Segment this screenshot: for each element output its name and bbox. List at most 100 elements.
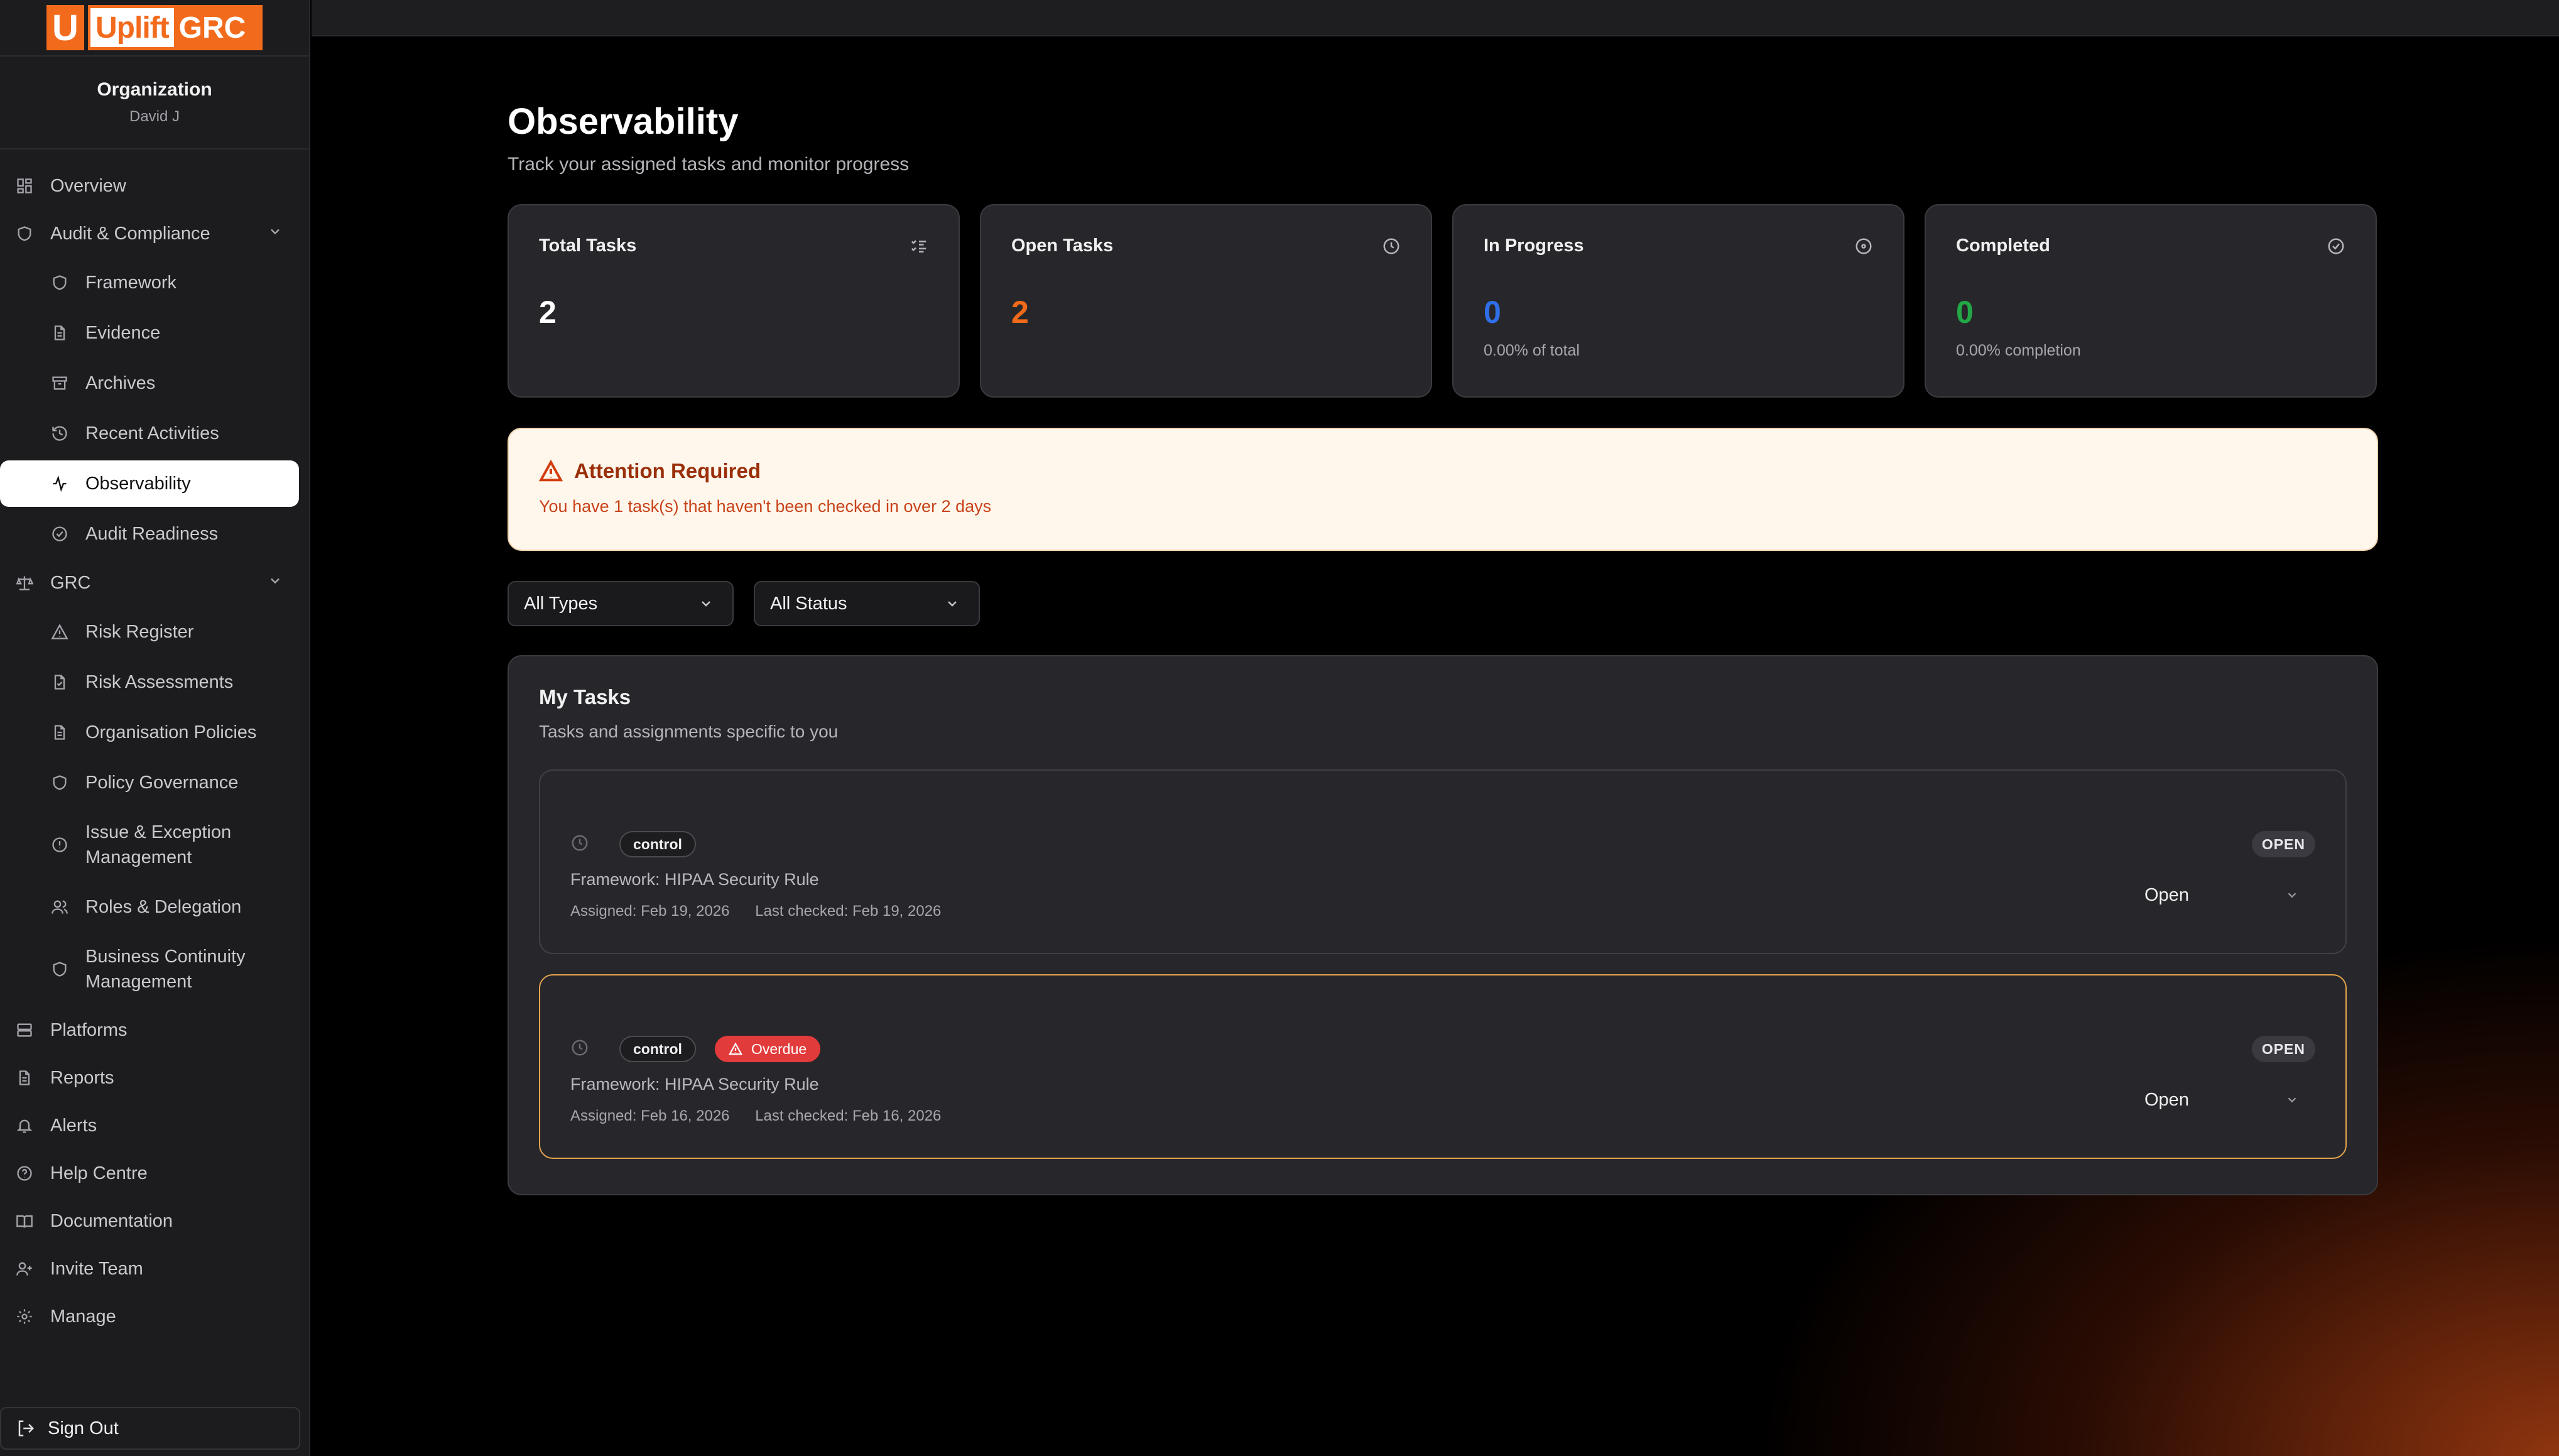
circle-dot-icon bbox=[1854, 237, 1873, 259]
user-plus-icon bbox=[15, 1259, 34, 1278]
stat-label: In Progress bbox=[1484, 236, 1584, 256]
status-filter-value: All Status bbox=[770, 593, 847, 614]
task-last-checked: Last checked: Feb 16, 2026 bbox=[755, 1107, 942, 1124]
activity-icon bbox=[50, 474, 69, 493]
status-filter-select[interactable]: All Status bbox=[754, 581, 980, 626]
content-area: Observability Track your assigned tasks … bbox=[508, 38, 2378, 1195]
help-circle-icon bbox=[15, 1164, 34, 1183]
task-type-badge: control bbox=[619, 1036, 696, 1062]
archive-icon bbox=[50, 374, 69, 393]
stat-note: 0.00% completion bbox=[1956, 342, 2081, 359]
file-text-icon bbox=[50, 323, 69, 342]
logo-uplift: Uplift bbox=[90, 8, 174, 47]
sidebar-item-issue-exception[interactable]: Issue & Exception Management bbox=[0, 808, 309, 882]
sidebar-item-framework[interactable]: Framework bbox=[0, 258, 309, 308]
sidebar-item-recent-activities[interactable]: Recent Activities bbox=[0, 408, 309, 459]
server-icon bbox=[15, 1021, 34, 1040]
sidebar-nav: Overview Audit & Compliance Framework Ev… bbox=[0, 149, 309, 1340]
sidebar-item-label: Evidence bbox=[85, 322, 161, 343]
sign-out-button[interactable]: Sign Out bbox=[0, 1407, 300, 1450]
task-status-value: Open bbox=[2144, 884, 2189, 905]
sidebar-item-label: Organisation Policies bbox=[85, 722, 257, 742]
sidebar-item-reports[interactable]: Reports bbox=[0, 1054, 309, 1102]
sidebar-item-label: Policy Governance bbox=[85, 772, 239, 793]
shield-icon bbox=[50, 273, 69, 292]
sidebar-item-evidence[interactable]: Evidence bbox=[0, 308, 309, 358]
file-check-icon bbox=[50, 673, 69, 692]
chevron-down-icon[interactable] bbox=[268, 224, 283, 244]
sidebar-item-label: Observability bbox=[85, 473, 191, 494]
sidebar-item-label: GRC bbox=[50, 572, 91, 593]
sidebar-item-business-continuity[interactable]: Business Continuity Management bbox=[0, 932, 309, 1006]
circle-check-icon bbox=[50, 524, 69, 543]
stat-label: Total Tasks bbox=[539, 236, 637, 256]
sidebar-item-risk-register[interactable]: Risk Register bbox=[0, 607, 309, 657]
my-tasks-title: My Tasks bbox=[539, 685, 631, 709]
sidebar-item-overview[interactable]: Overview bbox=[0, 162, 309, 210]
sidebar-item-label: Documentation bbox=[50, 1210, 173, 1231]
task-status-select[interactable]: Open bbox=[2133, 1081, 2315, 1119]
sidebar-item-label: Recent Activities bbox=[85, 423, 219, 443]
task-item[interactable]: control Framework: HIPAA Security Rule A… bbox=[539, 769, 2347, 954]
sign-out-label: Sign Out bbox=[48, 1418, 119, 1438]
sidebar-item-label: Risk Assessments bbox=[85, 671, 234, 692]
sidebar-group-grc[interactable]: GRC bbox=[0, 559, 309, 607]
sidebar-item-observability[interactable]: Observability bbox=[0, 460, 299, 507]
sidebar-item-alerts[interactable]: Alerts bbox=[0, 1102, 309, 1149]
stat-value: 2 bbox=[1011, 295, 1029, 330]
sidebar-item-manage[interactable]: Manage bbox=[0, 1293, 309, 1340]
page-subtitle: Track your assigned tasks and monitor pr… bbox=[508, 154, 910, 175]
task-type-badge: control bbox=[619, 831, 696, 857]
sidebar-item-policy-governance[interactable]: Policy Governance bbox=[0, 758, 309, 808]
sidebar-item-invite-team[interactable]: Invite Team bbox=[0, 1245, 309, 1293]
logo-wordmark: Uplift GRC bbox=[88, 5, 263, 50]
task-assigned-date: Assigned: Feb 16, 2026 bbox=[570, 1107, 730, 1124]
attention-alert: Attention Required You have 1 task(s) th… bbox=[508, 428, 2378, 551]
sidebar-item-documentation[interactable]: Documentation bbox=[0, 1197, 309, 1245]
clock-icon bbox=[1382, 237, 1401, 259]
scale-icon bbox=[15, 573, 34, 592]
sidebar-item-label: Overview bbox=[50, 175, 126, 196]
sidebar-group-audit-compliance[interactable]: Audit & Compliance bbox=[0, 210, 309, 258]
org-switcher[interactable]: Organization David J bbox=[0, 57, 309, 149]
list-checks-icon bbox=[910, 237, 928, 259]
circle-check-icon bbox=[2327, 237, 2345, 259]
sidebar-item-organisation-policies[interactable]: Organisation Policies bbox=[0, 707, 309, 758]
sidebar-item-label: Platforms bbox=[50, 1019, 128, 1040]
sidebar-item-label: Invite Team bbox=[50, 1258, 143, 1279]
shield-icon bbox=[50, 773, 69, 792]
task-dates: Assigned: Feb 19, 2026 Last checked: Feb… bbox=[570, 903, 941, 920]
task-status-value: Open bbox=[2144, 1089, 2189, 1110]
chevron-down-icon[interactable] bbox=[268, 573, 283, 594]
sidebar-item-help-centre[interactable]: Help Centre bbox=[0, 1149, 309, 1197]
type-filter-select[interactable]: All Types bbox=[508, 581, 734, 626]
my-tasks-card: My Tasks Tasks and assignments specific … bbox=[508, 655, 2378, 1195]
sidebar-item-risk-assessments[interactable]: Risk Assessments bbox=[0, 657, 309, 707]
alert-header: Attention Required bbox=[539, 459, 2347, 483]
type-filter-value: All Types bbox=[524, 593, 598, 614]
alert-circle-icon bbox=[50, 835, 69, 854]
sidebar-item-audit-readiness[interactable]: Audit Readiness bbox=[0, 509, 309, 559]
book-open-icon bbox=[15, 1212, 34, 1231]
sidebar-item-platforms[interactable]: Platforms bbox=[0, 1006, 309, 1054]
sidebar-item-label: Reports bbox=[50, 1067, 114, 1088]
history-icon bbox=[50, 424, 69, 443]
stat-card-in-progress: In Progress 0 0.00% of total bbox=[1452, 204, 1904, 398]
task-item-overdue[interactable]: control Overdue Framework: HIPAA Securit… bbox=[539, 974, 2347, 1159]
overdue-badge: Overdue bbox=[714, 1036, 821, 1062]
stats-row: Total Tasks 2 Open Tasks 2 In Progress 0… bbox=[508, 204, 2378, 398]
task-status-select[interactable]: Open bbox=[2133, 876, 2315, 914]
stat-label: Completed bbox=[1956, 236, 2050, 256]
alert-triangle-icon bbox=[539, 459, 563, 482]
stat-card-total-tasks: Total Tasks 2 bbox=[508, 204, 960, 398]
sidebar-item-label: Business Continuity Management bbox=[85, 947, 246, 992]
stat-value: 0 bbox=[1484, 295, 1501, 330]
task-framework: Framework: HIPAA Security Rule bbox=[570, 1075, 819, 1094]
brand-logo[interactable]: U Uplift GRC bbox=[46, 5, 263, 50]
sidebar-item-roles-delegation[interactable]: Roles & Delegation bbox=[0, 882, 309, 932]
shield-icon bbox=[50, 960, 69, 979]
sidebar-item-archives[interactable]: Archives bbox=[0, 358, 309, 408]
org-user: David J bbox=[129, 108, 180, 125]
org-title: Organization bbox=[97, 79, 212, 100]
clock-icon bbox=[570, 834, 589, 856]
